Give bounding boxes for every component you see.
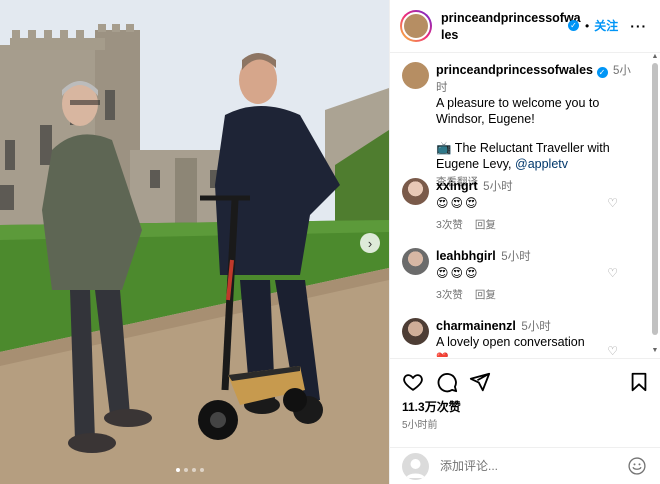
add-comment-input[interactable]	[440, 459, 620, 473]
chevron-right-icon: ›	[367, 235, 373, 251]
carousel-dots	[176, 468, 204, 472]
heart-icon[interactable]	[402, 371, 424, 393]
comment-item: charmainenzl 5小时 A lovely open conversat…	[402, 318, 642, 357]
photo-illustration	[0, 0, 389, 484]
author-avatar[interactable]	[400, 10, 432, 42]
reply-button[interactable]: 回复	[475, 289, 496, 301]
comment-likes[interactable]: 3次赞	[436, 289, 463, 301]
more-options-button[interactable]: ···	[630, 18, 647, 34]
post-timestamp[interactable]: 5小时前	[402, 416, 438, 431]
verified-icon: ✓	[568, 20, 579, 31]
comment-icon[interactable]	[436, 371, 458, 393]
comment-time: 5小时	[521, 321, 551, 333]
carousel-dot	[200, 468, 204, 472]
comments-list[interactable]: princeandprincessofwales ✓ 5小时 A pleasur…	[390, 54, 660, 357]
scroll-up-arrow[interactable]: ▲	[651, 54, 659, 60]
comment-username[interactable]: xxingrt	[436, 179, 478, 193]
share-icon[interactable]	[469, 371, 491, 393]
post-caption: princeandprincessofwales ✓ 5小时 A pleasur…	[402, 62, 642, 190]
heart-icon[interactable]: ♡	[607, 344, 618, 357]
add-comment-row	[390, 447, 660, 484]
scroll-down-arrow[interactable]: ▼	[651, 347, 659, 354]
comment-time: 5小时	[483, 181, 513, 193]
comments-scrollbar[interactable]: ▲ ▼	[652, 54, 660, 357]
post-photo[interactable]: ›	[0, 0, 389, 484]
commenter-avatar[interactable]	[402, 248, 429, 275]
verified-icon: ✓	[596, 67, 608, 78]
carousel-dot	[184, 468, 188, 472]
carousel-dot	[176, 468, 180, 472]
scroll-thumb[interactable]	[652, 63, 658, 335]
comment-username[interactable]: leahbhgirl	[436, 249, 496, 263]
post-side-panel: princeandprincessofwales ✓ • 关注 ··· prin…	[389, 0, 660, 484]
reply-button[interactable]: 回复	[475, 219, 496, 231]
carousel-dot	[192, 468, 196, 472]
heart-icon[interactable]: ♡	[607, 266, 618, 280]
commenter-avatar[interactable]	[402, 318, 429, 345]
caption-username[interactable]: princeandprincessofwales	[436, 63, 593, 77]
carousel-next-button[interactable]: ›	[360, 233, 380, 253]
comment-likes[interactable]: 3次赞	[436, 219, 463, 231]
post-actions: 11.3万次赞 5小时前	[390, 358, 660, 484]
current-user-avatar	[402, 453, 429, 480]
appletv-link[interactable]: @appletv	[515, 157, 568, 171]
heart-icon[interactable]: ♡	[607, 196, 618, 210]
follow-button[interactable]: 关注	[594, 17, 618, 34]
likes-count[interactable]: 11.3万次赞	[402, 398, 461, 415]
comment-item: leahbhgirl 5小时 😍😍😍 3次赞 回复 ♡	[402, 248, 642, 303]
caption-text: A pleasure to welcome you to Windsor, Eu…	[436, 96, 600, 126]
comment-item: xxingrt 5小时 😍😍😍 3次赞 回复 ♡	[402, 178, 642, 233]
comment-time: 5小时	[501, 251, 531, 263]
comment-username[interactable]: charmainenzl	[436, 319, 516, 333]
save-icon[interactable]	[628, 371, 650, 393]
post-header: princeandprincessofwales ✓ • 关注 ···	[390, 0, 660, 53]
commenter-avatar[interactable]	[402, 178, 429, 205]
author-username[interactable]: princeandprincessofwales	[441, 10, 581, 44]
caption-avatar[interactable]	[402, 62, 429, 89]
emoji-icon[interactable]	[627, 456, 647, 476]
